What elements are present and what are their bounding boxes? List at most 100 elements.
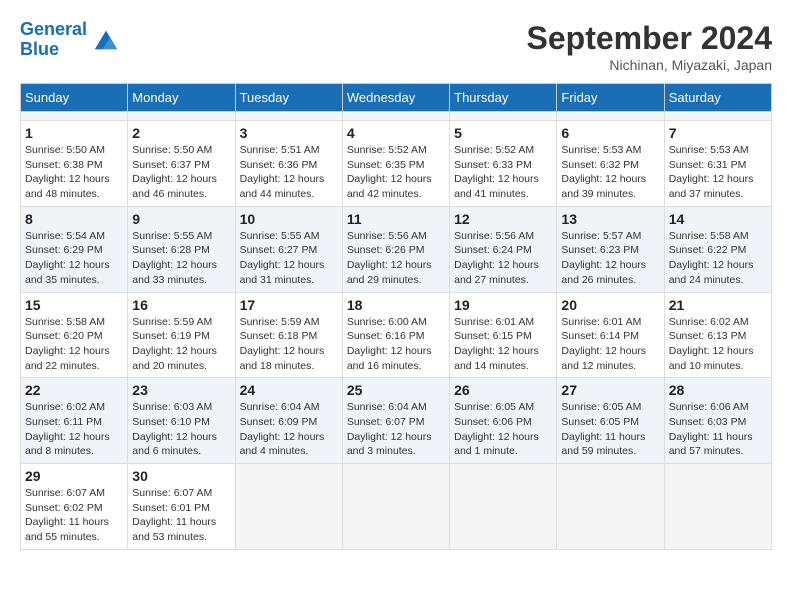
day-number: 13 xyxy=(561,211,659,227)
calendar-cell xyxy=(557,464,664,550)
day-number: 2 xyxy=(132,125,230,141)
calendar-cell: 18 Sunrise: 6:00 AMSunset: 6:16 PMDayligh… xyxy=(342,292,449,378)
calendar-cell: 5 Sunrise: 5:52 AMSunset: 6:33 PMDaylight… xyxy=(450,121,557,207)
day-number: 10 xyxy=(240,211,338,227)
day-info: Sunrise: 6:06 AMSunset: 6:03 PMDaylight:… xyxy=(669,400,767,459)
day-number: 29 xyxy=(25,468,123,484)
day-info: Sunrise: 5:54 AMSunset: 6:29 PMDaylight:… xyxy=(25,229,123,288)
calendar-week-row: 1Sunrise: 5:50 AMSunset: 6:38 PMDaylight… xyxy=(21,121,772,207)
month-title: September 2024 xyxy=(527,20,772,57)
day-info: Sunrise: 6:00 AMSunset: 6:16 PMDaylight:… xyxy=(347,315,445,374)
calendar-cell: 25Sunrise: 6:04 AMSunset: 6:07 PMDayligh… xyxy=(342,378,449,464)
day-info: Sunrise: 6:07 AMSunset: 6:02 PMDaylight:… xyxy=(25,486,123,545)
day-info: Sunrise: 5:52 AMSunset: 6:35 PMDaylight:… xyxy=(347,143,445,202)
calendar-cell: 23 Sunrise: 6:03 AMSunset: 6:10 PMDayligh… xyxy=(128,378,235,464)
day-info: Sunrise: 6:05 AMSunset: 6:05 PMDaylight:… xyxy=(561,400,659,459)
day-number: 6 xyxy=(561,125,659,141)
calendar-cell: 29 Sunrise: 6:07 AMSunset: 6:02 PMDayligh… xyxy=(21,464,128,550)
day-number: 4 xyxy=(347,125,445,141)
day-number: 5 xyxy=(454,125,552,141)
logo-icon xyxy=(91,25,121,55)
calendar-cell xyxy=(557,112,664,121)
day-number: 1 xyxy=(25,125,123,141)
day-info: Sunrise: 6:01 AMSunset: 6:15 PMDaylight:… xyxy=(454,315,552,374)
day-info: Sunrise: 5:59 AMSunset: 6:18 PMDaylight:… xyxy=(240,315,338,374)
day-info: Sunrise: 5:58 AMSunset: 6:20 PMDaylight:… xyxy=(25,315,123,374)
calendar-cell xyxy=(450,464,557,550)
title-block: September 2024 Nichinan, Miyazaki, Japan xyxy=(527,20,772,73)
day-info: Sunrise: 5:57 AMSunset: 6:23 PMDaylight:… xyxy=(561,229,659,288)
day-number: 24 xyxy=(240,382,338,398)
day-header-tuesday: Tuesday xyxy=(235,84,342,112)
day-info: Sunrise: 6:03 AMSunset: 6:10 PMDaylight:… xyxy=(132,400,230,459)
day-info: Sunrise: 5:53 AMSunset: 6:32 PMDaylight:… xyxy=(561,143,659,202)
calendar-cell: 8 Sunrise: 5:54 AMSunset: 6:29 PMDaylight… xyxy=(21,206,128,292)
day-header-sunday: Sunday xyxy=(21,84,128,112)
day-number: 11 xyxy=(347,211,445,227)
day-number: 8 xyxy=(25,211,123,227)
calendar-cell: 20Sunrise: 6:01 AMSunset: 6:14 PMDayligh… xyxy=(557,292,664,378)
calendar-cell: 2 Sunrise: 5:50 AMSunset: 6:37 PMDaylight… xyxy=(128,121,235,207)
calendar-cell xyxy=(664,464,771,550)
day-number: 21 xyxy=(669,297,767,313)
calendar-week-row: 8 Sunrise: 5:54 AMSunset: 6:29 PMDaylight… xyxy=(21,206,772,292)
calendar-cell: 6 Sunrise: 5:53 AMSunset: 6:32 PMDaylight… xyxy=(557,121,664,207)
logo-text-general: General xyxy=(20,19,87,39)
day-info: Sunrise: 5:52 AMSunset: 6:33 PMDaylight:… xyxy=(454,143,552,202)
calendar-cell: 7Sunrise: 5:53 AMSunset: 6:31 PMDaylight… xyxy=(664,121,771,207)
day-number: 22 xyxy=(25,382,123,398)
calendar-table: SundayMondayTuesdayWednesdayThursdayFrid… xyxy=(20,83,772,550)
page-header: General Blue September 2024 Nichinan, Mi… xyxy=(20,20,772,73)
calendar-cell: 27 Sunrise: 6:05 AMSunset: 6:05 PMDayligh… xyxy=(557,378,664,464)
calendar-cell xyxy=(235,112,342,121)
day-info: Sunrise: 6:02 AMSunset: 6:11 PMDaylight:… xyxy=(25,400,123,459)
day-info: Sunrise: 5:56 AMSunset: 6:26 PMDaylight:… xyxy=(347,229,445,288)
day-info: Sunrise: 6:07 AMSunset: 6:01 PMDaylight:… xyxy=(132,486,230,545)
calendar-cell: 13 Sunrise: 5:57 AMSunset: 6:23 PMDayligh… xyxy=(557,206,664,292)
calendar-cell xyxy=(450,112,557,121)
day-number: 27 xyxy=(561,382,659,398)
calendar-cell: 16Sunrise: 5:59 AMSunset: 6:19 PMDayligh… xyxy=(128,292,235,378)
day-number: 30 xyxy=(132,468,230,484)
calendar-cell: 10 Sunrise: 5:55 AMSunset: 6:27 PMDayligh… xyxy=(235,206,342,292)
day-number: 15 xyxy=(25,297,123,313)
calendar-cell: 11 Sunrise: 5:56 AMSunset: 6:26 PMDayligh… xyxy=(342,206,449,292)
day-number: 26 xyxy=(454,382,552,398)
day-number: 14 xyxy=(669,211,767,227)
calendar-header-row: SundayMondayTuesdayWednesdayThursdayFrid… xyxy=(21,84,772,112)
calendar-cell: 24Sunrise: 6:04 AMSunset: 6:09 PMDayligh… xyxy=(235,378,342,464)
day-number: 16 xyxy=(132,297,230,313)
calendar-cell xyxy=(664,112,771,121)
day-info: Sunrise: 5:55 AMSunset: 6:28 PMDaylight:… xyxy=(132,229,230,288)
day-info: Sunrise: 6:05 AMSunset: 6:06 PMDaylight:… xyxy=(454,400,552,459)
day-number: 3 xyxy=(240,125,338,141)
day-info: Sunrise: 6:04 AMSunset: 6:07 PMDaylight:… xyxy=(347,400,445,459)
day-header-wednesday: Wednesday xyxy=(342,84,449,112)
calendar-cell xyxy=(21,112,128,121)
calendar-cell: 21 Sunrise: 6:02 AMSunset: 6:13 PMDayligh… xyxy=(664,292,771,378)
logo-text-blue: Blue xyxy=(20,39,59,59)
day-number: 7 xyxy=(669,125,767,141)
calendar-cell: 26 Sunrise: 6:05 AMSunset: 6:06 PMDayligh… xyxy=(450,378,557,464)
calendar-cell: 19Sunrise: 6:01 AMSunset: 6:15 PMDayligh… xyxy=(450,292,557,378)
day-header-monday: Monday xyxy=(128,84,235,112)
calendar-week-row: 22 Sunrise: 6:02 AMSunset: 6:11 PMDayligh… xyxy=(21,378,772,464)
day-number: 9 xyxy=(132,211,230,227)
day-info: Sunrise: 5:51 AMSunset: 6:36 PMDaylight:… xyxy=(240,143,338,202)
day-info: Sunrise: 6:02 AMSunset: 6:13 PMDaylight:… xyxy=(669,315,767,374)
calendar-week-row: 29 Sunrise: 6:07 AMSunset: 6:02 PMDayligh… xyxy=(21,464,772,550)
day-header-thursday: Thursday xyxy=(450,84,557,112)
calendar-week-row xyxy=(21,112,772,121)
day-number: 28 xyxy=(669,382,767,398)
day-info: Sunrise: 5:55 AMSunset: 6:27 PMDaylight:… xyxy=(240,229,338,288)
calendar-cell: 28 Sunrise: 6:06 AMSunset: 6:03 PMDayligh… xyxy=(664,378,771,464)
calendar-cell xyxy=(342,464,449,550)
day-info: Sunrise: 5:58 AMSunset: 6:22 PMDaylight:… xyxy=(669,229,767,288)
calendar-cell xyxy=(342,112,449,121)
day-number: 23 xyxy=(132,382,230,398)
day-number: 18 xyxy=(347,297,445,313)
day-number: 12 xyxy=(454,211,552,227)
calendar-cell: 4 Sunrise: 5:52 AMSunset: 6:35 PMDaylight… xyxy=(342,121,449,207)
calendar-cell: 30 Sunrise: 6:07 AMSunset: 6:01 PMDayligh… xyxy=(128,464,235,550)
day-info: Sunrise: 5:50 AMSunset: 6:37 PMDaylight:… xyxy=(132,143,230,202)
